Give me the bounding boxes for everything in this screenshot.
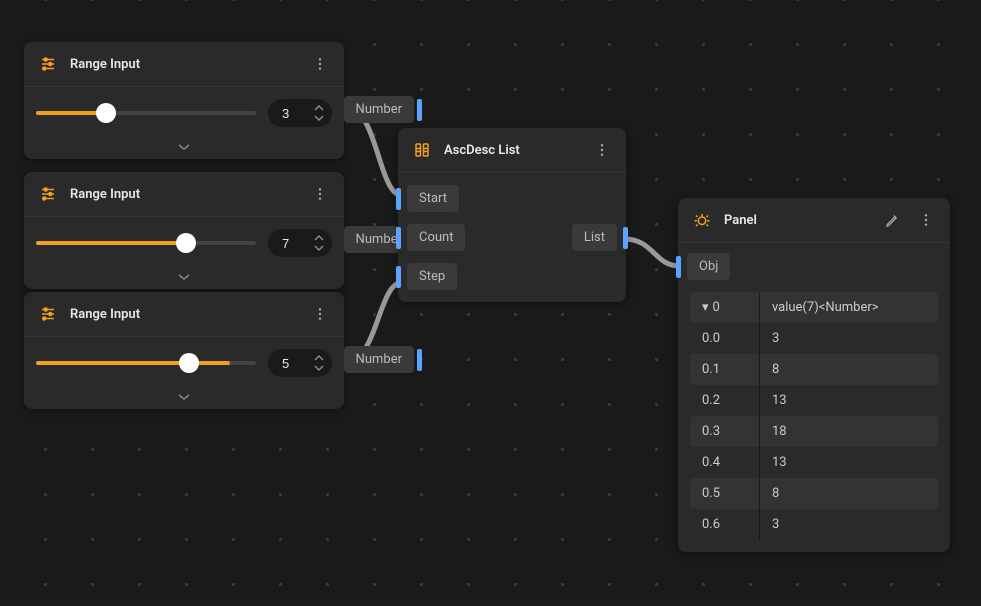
more-icon[interactable] <box>308 182 332 206</box>
expand-icon[interactable] <box>24 389 344 409</box>
cell-value: 8 <box>759 478 938 509</box>
table-row[interactable]: 0.413 <box>690 447 938 478</box>
port-handle[interactable] <box>417 99 422 121</box>
table-row[interactable]: 0.18 <box>690 354 938 385</box>
cell-value: 13 <box>759 447 938 478</box>
node-title: Range Input <box>70 187 298 202</box>
spinner-down-icon[interactable] <box>312 363 326 373</box>
range-input-node-3[interactable]: Range Input Number <box>24 292 344 409</box>
node-title: Range Input <box>70 307 298 322</box>
port-handle[interactable] <box>623 227 628 249</box>
node-header[interactable]: Range Input <box>24 292 344 337</box>
table-row[interactable]: 0.63 <box>690 509 938 540</box>
range-value-input[interactable] <box>282 106 306 121</box>
cell-value: 13 <box>759 385 938 416</box>
edit-icon[interactable] <box>880 208 904 232</box>
cell-index: 0.1 <box>690 354 759 385</box>
panel-node[interactable]: Panel Obj ▾0 value(7)<Number> 0.030.180.… <box>678 198 950 552</box>
input-port-obj[interactable]: Obj <box>687 253 730 280</box>
table-row[interactable]: 0.03 <box>690 323 938 354</box>
cell-value: 3 <box>759 323 938 354</box>
expand-icon[interactable] <box>24 139 344 159</box>
range-value-input[interactable] <box>282 236 306 251</box>
bug-icon <box>690 208 714 232</box>
input-port-start[interactable]: Start <box>407 185 459 212</box>
output-port-label[interactable]: Number <box>344 346 414 373</box>
range-slider[interactable] <box>36 361 256 365</box>
output-port-list[interactable]: List <box>572 224 617 251</box>
list-icon <box>410 138 434 162</box>
port-handle[interactable] <box>396 188 401 210</box>
range-value-input[interactable] <box>282 356 306 371</box>
more-icon[interactable] <box>590 138 614 162</box>
spinner-down-icon[interactable] <box>312 113 326 123</box>
range-slider[interactable] <box>36 111 256 115</box>
table-row[interactable]: 0.318 <box>690 416 938 447</box>
input-port-count[interactable]: Count <box>407 224 465 251</box>
sliders-icon <box>36 302 60 326</box>
node-header[interactable]: Range Input <box>24 42 344 87</box>
table-row[interactable]: 0.213 <box>690 385 938 416</box>
port-handle[interactable] <box>417 349 422 371</box>
more-icon[interactable] <box>308 52 332 76</box>
table-row[interactable]: 0.58 <box>690 478 938 509</box>
spinner-down-icon[interactable] <box>312 243 326 253</box>
cell-index: 0.2 <box>690 385 759 416</box>
panel-data-table: ▾0 value(7)<Number> 0.030.180.2130.3180.… <box>690 292 938 540</box>
cell-value: 18 <box>759 416 938 447</box>
more-icon[interactable] <box>914 208 938 232</box>
table-header-index[interactable]: ▾0 <box>690 292 759 323</box>
node-title: AscDesc List <box>444 143 580 158</box>
node-title: Panel <box>724 213 870 228</box>
cell-index: 0.0 <box>690 323 759 354</box>
range-slider[interactable] <box>36 241 256 245</box>
input-port-step[interactable]: Step <box>407 263 457 290</box>
node-header[interactable]: Range Input <box>24 172 344 217</box>
node-title: Range Input <box>70 57 298 72</box>
ascdesc-list-node[interactable]: AscDesc List Start Count List Step <box>398 128 626 302</box>
table-header-value[interactable]: value(7)<Number> <box>759 292 938 323</box>
node-header[interactable]: AscDesc List <box>398 128 626 173</box>
spinner-up-icon[interactable] <box>312 233 326 243</box>
range-input-node-1[interactable]: Range Input Number <box>24 42 344 159</box>
node-header[interactable]: Panel <box>678 198 950 243</box>
port-handle[interactable] <box>396 266 401 288</box>
cell-index: 0.6 <box>690 509 759 540</box>
sliders-icon <box>36 182 60 206</box>
expand-icon[interactable] <box>24 269 344 289</box>
port-handle[interactable] <box>396 227 401 249</box>
cell-index: 0.4 <box>690 447 759 478</box>
port-handle[interactable] <box>676 256 681 278</box>
sliders-icon <box>36 52 60 76</box>
cell-index: 0.5 <box>690 478 759 509</box>
spinner-up-icon[interactable] <box>312 103 326 113</box>
sort-icon[interactable]: ▾ <box>702 300 709 315</box>
range-input-node-2[interactable]: Range Input Number <box>24 172 344 289</box>
cell-value: 3 <box>759 509 938 540</box>
output-port-label[interactable]: Number <box>344 96 414 123</box>
more-icon[interactable] <box>308 302 332 326</box>
cell-value: 8 <box>759 354 938 385</box>
spinner-up-icon[interactable] <box>312 353 326 363</box>
cell-index: 0.3 <box>690 416 759 447</box>
